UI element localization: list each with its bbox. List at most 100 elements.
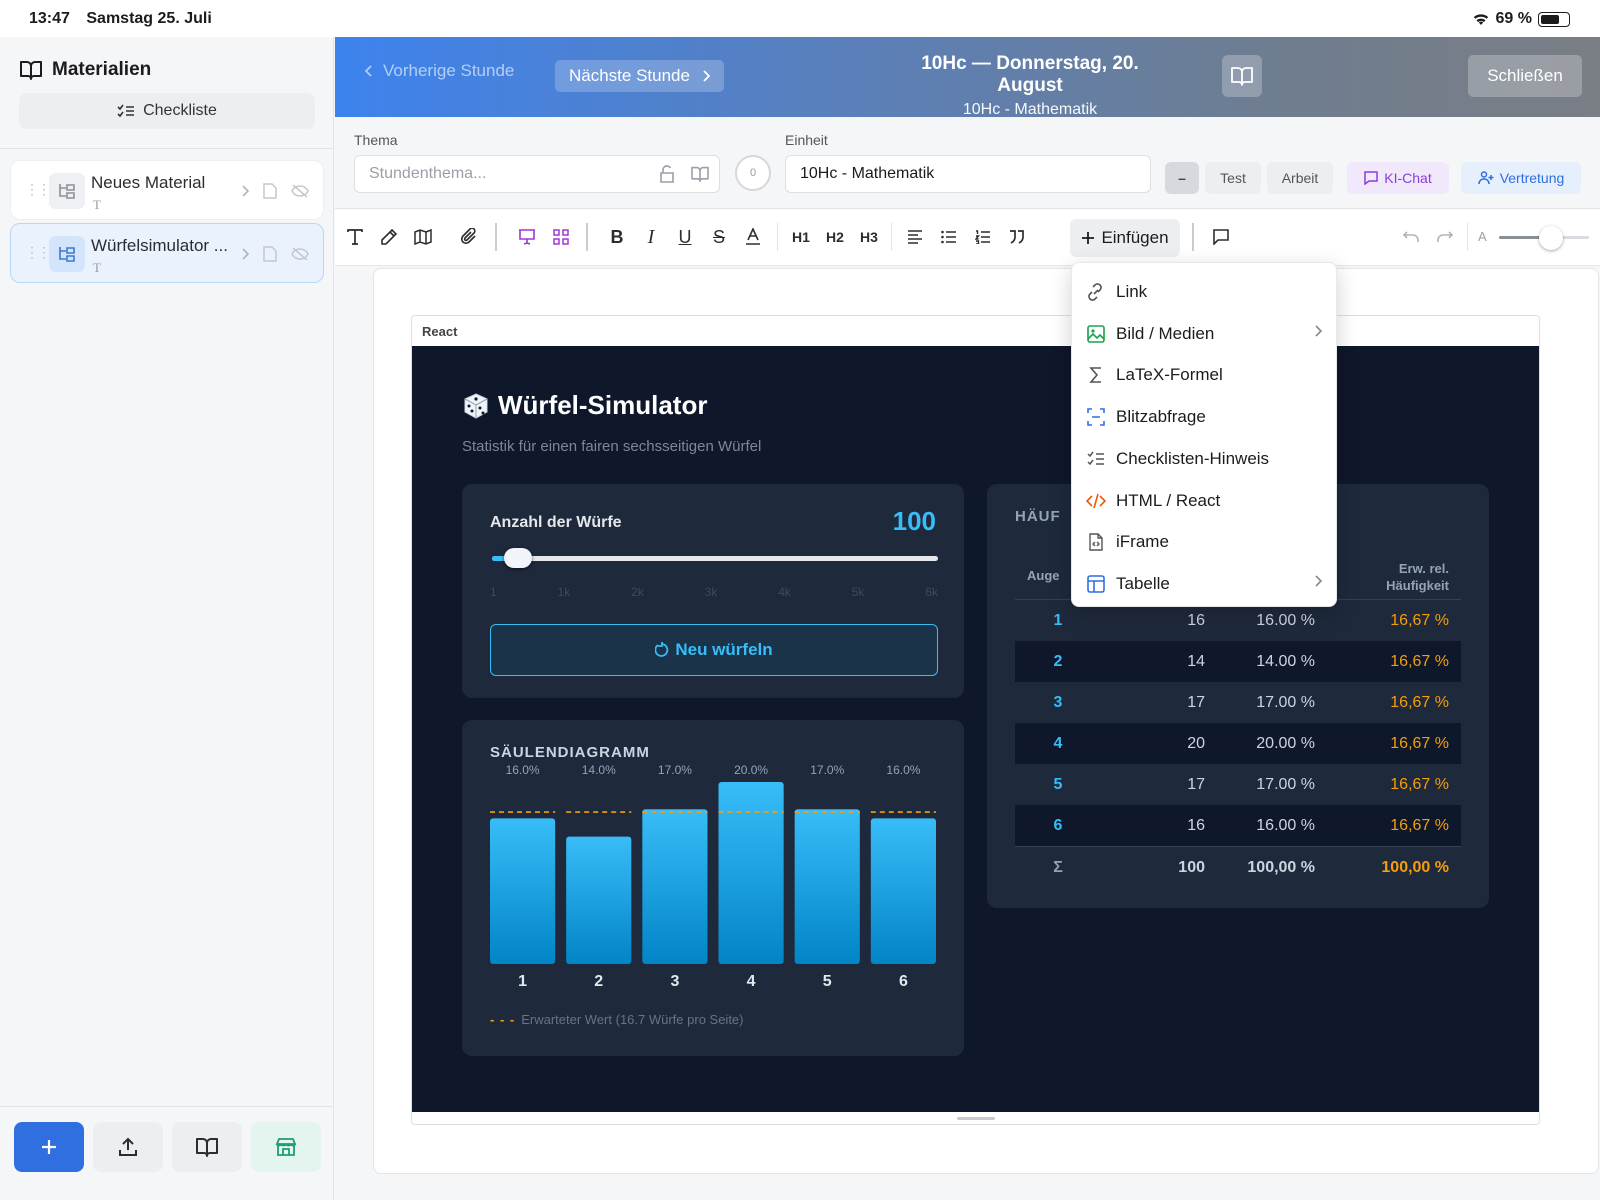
align-button[interactable] <box>901 223 929 251</box>
type-arbeit-button[interactable]: Arbeit <box>1267 162 1333 194</box>
topic-input[interactable]: Stundenthema... <box>354 155 720 193</box>
text-color-button[interactable] <box>739 223 767 251</box>
sum-expected: 100,00 % <box>1381 859 1449 876</box>
file-icon[interactable] <box>263 246 277 262</box>
sidebar-actions <box>0 1106 334 1200</box>
code-icon <box>1086 491 1106 511</box>
text-style-button[interactable] <box>341 223 369 251</box>
type-none-button[interactable]: – <box>1165 162 1199 194</box>
table-cell-exp: 16,67 % <box>1390 776 1449 793</box>
store-button[interactable] <box>251 1122 321 1172</box>
table-cell-exp: 16,67 % <box>1390 735 1449 752</box>
file-icon[interactable] <box>263 183 277 199</box>
ordered-list-button[interactable] <box>969 223 997 251</box>
substitution-button[interactable]: Vertretung <box>1461 162 1581 194</box>
insert-menu-item[interactable]: Bild / Medien <box>1072 313 1338 354</box>
drag-handle-icon[interactable]: ⋮⋮ <box>25 181 51 198</box>
map-button[interactable] <box>409 223 437 251</box>
ki-chat-button[interactable]: KI-Chat <box>1347 162 1449 194</box>
bullet-list-button[interactable] <box>935 223 963 251</box>
table-cell-face: 5 <box>1053 776 1063 793</box>
insert-menu: Link Bild / Medien LaTeX-Formel Blitzabfrag… <box>1071 262 1337 607</box>
throws-slider[interactable] <box>492 548 938 568</box>
insert-menu-item[interactable]: Tabelle <box>1072 563 1338 604</box>
table-row: 3 17 17.00 % 16,67 % <box>1015 682 1461 723</box>
previous-lesson-button[interactable]: Vorherige Stunde <box>365 61 514 81</box>
heading3-button[interactable]: H3 <box>855 223 883 251</box>
material-item[interactable]: ⋮⋮ Neues Material T <box>10 160 324 220</box>
reroll-button[interactable]: Neu würfeln <box>490 624 938 676</box>
insert-menu-item[interactable]: iFrame <box>1072 521 1338 562</box>
legend-dash: - - - <box>490 1012 516 1027</box>
lesson-book-button[interactable] <box>1222 55 1262 97</box>
insert-menu-item[interactable]: Link <box>1072 271 1338 312</box>
checklist-button[interactable]: Checkliste <box>19 93 315 129</box>
resize-handle[interactable] <box>957 1117 995 1120</box>
italic-button[interactable]: I <box>637 223 665 251</box>
heading2-button[interactable]: H2 <box>821 223 849 251</box>
insert-menu-item-label: Link <box>1116 282 1148 301</box>
upload-button[interactable] <box>93 1122 163 1172</box>
drag-handle-icon[interactable]: ⋮⋮ <box>25 244 51 261</box>
redo-icon <box>1437 231 1453 242</box>
strikethrough-button[interactable]: S <box>705 223 733 251</box>
table-cell-face: 6 <box>1053 817 1063 834</box>
underline-button[interactable]: U <box>671 223 699 251</box>
material-item-active[interactable]: ⋮⋮ Würfelsimulator ... T <box>10 223 324 283</box>
lock-open-icon[interactable] <box>659 165 675 183</box>
library-button[interactable] <box>172 1122 242 1172</box>
type-test-button[interactable]: Test <box>1205 162 1261 194</box>
refresh-icon <box>655 642 669 657</box>
redo-button[interactable] <box>1431 223 1459 251</box>
comment-button[interactable] <box>1207 223 1235 251</box>
insert-menu-item-label: Tabelle <box>1116 573 1170 593</box>
undo-button[interactable] <box>1397 223 1425 251</box>
insert-menu-item[interactable]: Blitzabfrage <box>1072 396 1338 437</box>
add-material-button[interactable] <box>14 1122 84 1172</box>
grid-icon <box>553 229 569 245</box>
insert-menu-item[interactable]: HTML / React <box>1072 480 1338 521</box>
insert-menu-item[interactable]: LaTeX-Formel <box>1072 354 1338 395</box>
eye-off-icon[interactable] <box>291 247 309 261</box>
chevron-right-icon[interactable] <box>241 248 249 260</box>
table-cell-count: 17 <box>1187 776 1205 793</box>
presentation-button[interactable] <box>513 223 541 251</box>
heading1-button[interactable]: H1 <box>787 223 815 251</box>
battery-percent: 69 % <box>1495 10 1532 27</box>
underline-icon: U <box>678 226 692 247</box>
align-left-icon <box>908 230 922 244</box>
unit-input[interactable]: 10Hc - Mathematik <box>785 155 1151 193</box>
table-row: 4 20 20.00 % 16,67 % <box>1015 723 1461 764</box>
insert-button[interactable]: Einfügen <box>1070 219 1180 257</box>
bar-value-label: 20.0% <box>734 763 768 777</box>
react-block[interactable]: React Würfel-Simulator Statistik für ein… <box>411 315 1540 1125</box>
book-open-icon[interactable] <box>691 166 709 182</box>
grid-button[interactable] <box>547 223 575 251</box>
quote-button[interactable] <box>1003 223 1031 251</box>
throws-slider-thumb[interactable] <box>504 548 533 568</box>
zoom-slider[interactable] <box>1499 226 1589 250</box>
tree-icon <box>49 236 85 272</box>
insert-menu-item-label: iFrame <box>1116 532 1169 552</box>
zoom-slider-thumb[interactable] <box>1539 226 1564 250</box>
app-title: Würfel-Simulator <box>462 390 707 421</box>
next-lesson-button[interactable]: Nächste Stunde <box>555 60 724 92</box>
bold-button[interactable]: B <box>603 223 631 251</box>
pen-button[interactable] <box>375 223 403 251</box>
eye-off-icon[interactable] <box>291 184 309 198</box>
insert-menu-item-label: Bild / Medien <box>1116 323 1215 343</box>
pen-icon <box>381 229 397 245</box>
react-block-label: React <box>422 324 458 339</box>
toolbar-separator <box>1192 223 1194 251</box>
bar-3 <box>642 809 708 964</box>
insert-menu-item[interactable]: Checklisten-Hinweis <box>1072 438 1338 479</box>
slider-ticks: 1 1k 2k 3k 4k 5k 6k <box>490 585 938 599</box>
chevron-right-icon[interactable] <box>241 185 249 197</box>
checklist-icon <box>117 104 135 118</box>
sidebar-heading-label: Materialien <box>52 59 152 80</box>
ordered-list-icon <box>975 230 990 244</box>
close-button[interactable]: Schließen <box>1468 55 1582 97</box>
link-icon <box>1086 282 1106 302</box>
attach-button[interactable] <box>455 223 483 251</box>
strikethrough-icon: S <box>712 226 725 247</box>
